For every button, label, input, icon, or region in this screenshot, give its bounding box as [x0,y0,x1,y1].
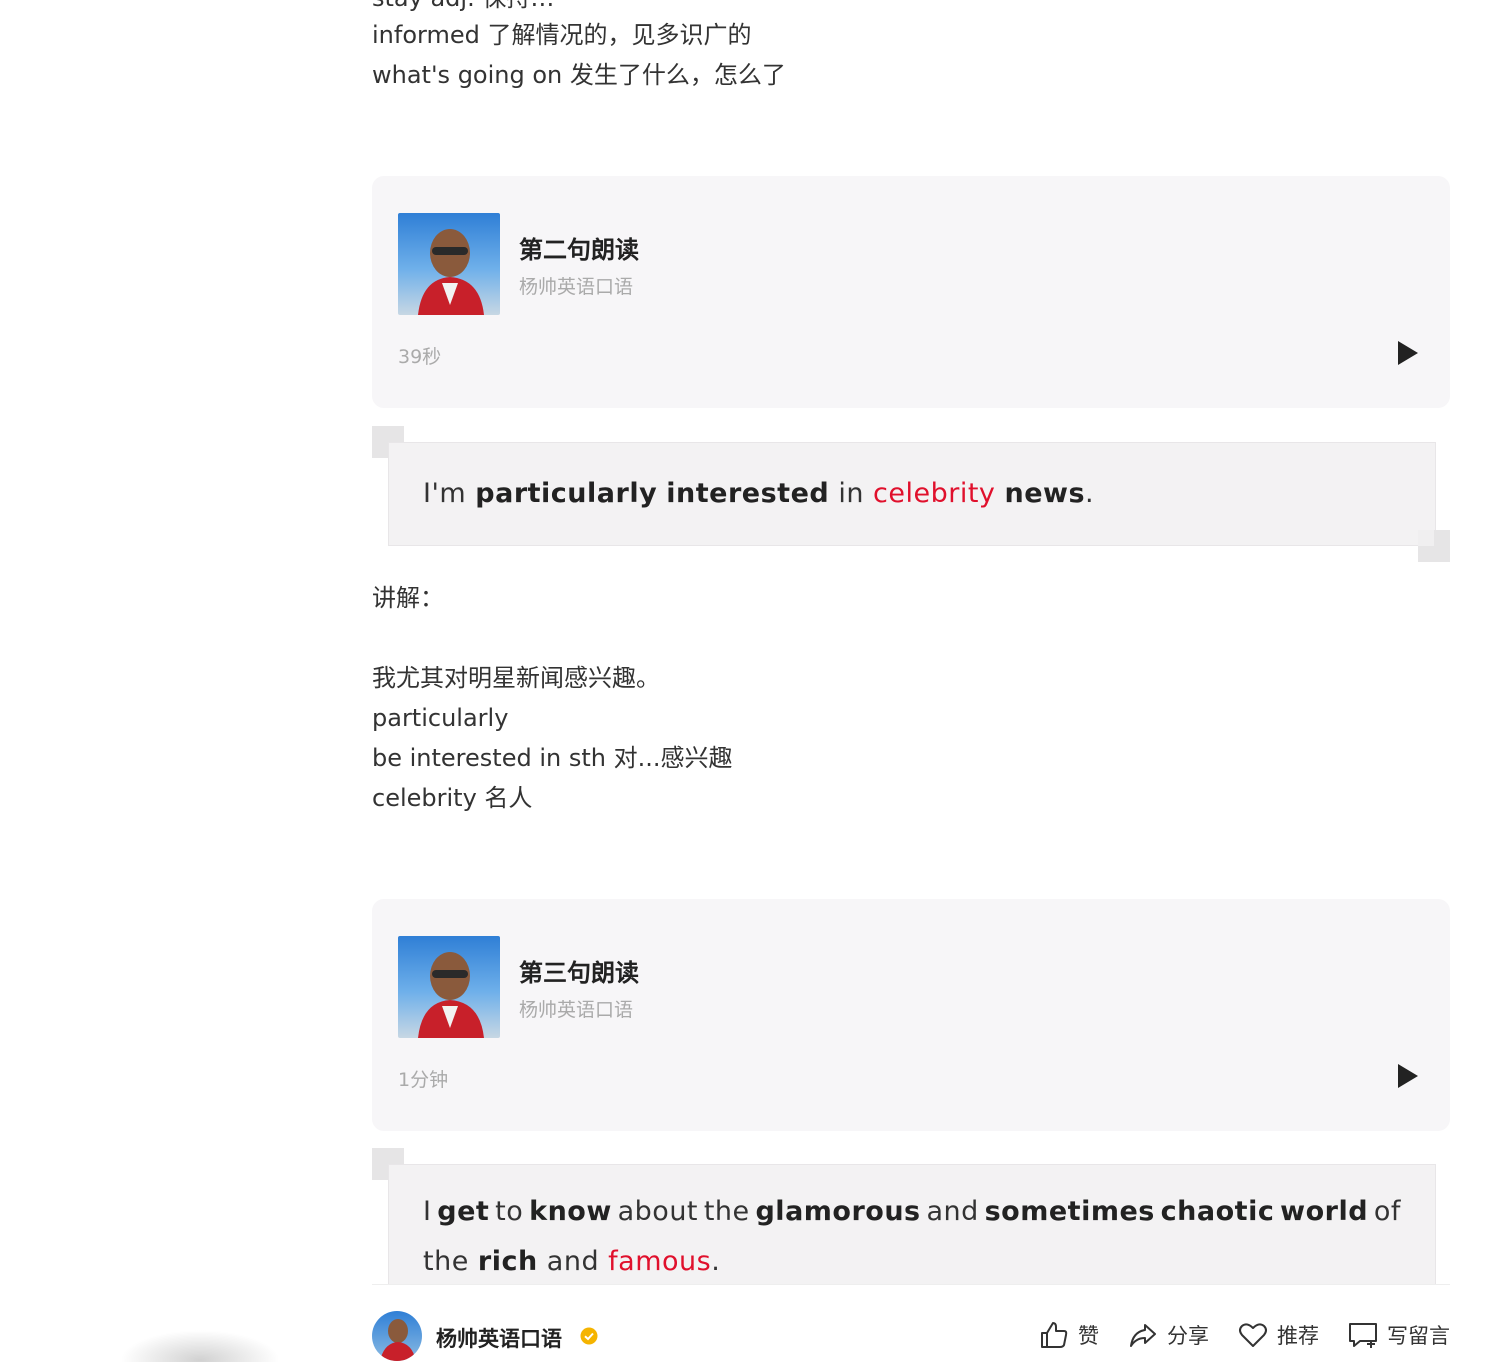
quote-text-line: Iget to know about the glamorous and sometimes c… [423,1187,1401,1237]
recommend-label: 推荐 [1277,1324,1319,1348]
audio-author: 杨帅英语口语 [519,276,634,298]
explanation-line: 我尤其对明星新闻感兴趣。 [372,664,660,692]
article-text-line: informed 了解情况的，见多识广的 [372,21,752,49]
quote-text-segment [657,478,666,509]
quote-text-segment: of [1373,1196,1401,1227]
audio-title: 第三句朗读 [519,959,639,987]
quote-text-segment: to [495,1196,524,1227]
emphasized-word: sometimes [984,1196,1155,1227]
highlighted-word: celebrity [873,478,996,509]
write-comment-button[interactable]: 写留言 [1347,1319,1450,1351]
article-text-block: informed 了解情况的，见多识广的 what's going on 发生了… [372,15,786,95]
person-photo-icon [418,952,484,1038]
bottom-action-bar: 杨帅英语口语 赞 分享 推荐 写留言 [372,1284,1450,1362]
share-button[interactable]: 分享 [1127,1319,1209,1351]
explanation-line: be interested in sth 对...感兴趣 [372,744,733,772]
thumbs-up-icon [1041,1322,1068,1348]
audio-title: 第二句朗读 [519,236,639,264]
emphasized-word: particularly [475,478,658,509]
quote-text-segment: I'm [423,478,476,509]
article-text-line: what's going on 发生了什么，怎么了 [372,61,786,89]
audio-card[interactable]: 第二句朗读 杨帅英语口语 39秒 [372,176,1450,408]
quote-text-segment: . [711,1246,721,1277]
account-name[interactable]: 杨帅英语口语 [436,1323,562,1353]
emphasized-word: news [1004,478,1086,509]
emphasized-word: chaotic [1160,1196,1275,1227]
account-avatar[interactable] [372,1311,422,1361]
quote-text-segment: . [1085,478,1095,509]
explanation-block: 讲解： [372,578,444,618]
quote-text-segment: I [423,1196,432,1227]
emphasized-word: glamorous [755,1196,921,1227]
quote-text-segment: and [537,1246,609,1277]
highlighted-word: famous [608,1246,712,1277]
person-avatar-icon [380,1319,416,1361]
comment-icon [1349,1323,1377,1348]
explanation-lines: 我尤其对明星新闻感兴趣。 particularly be interested … [372,658,732,818]
audio-cover-image [398,936,500,1038]
person-photo-icon [418,229,484,315]
play-icon[interactable] [1396,1063,1420,1089]
like-button[interactable]: 赞 [1038,1319,1099,1351]
article-page: stay adj. 保持… informed 了解情况的，见多识广的 what'… [0,0,1499,1362]
audio-card[interactable]: 第三句朗读 杨帅英语口语 1分钟 [372,899,1450,1131]
emphasized-word: rich [477,1246,538,1277]
share-label: 分享 [1167,1324,1209,1348]
quote-text-segment: about [617,1196,699,1227]
quote-text-segment: in [829,478,874,509]
audio-duration: 1分钟 [398,1069,449,1091]
explanation-line: particularly [372,704,509,732]
recommend-button[interactable]: 推荐 [1237,1319,1319,1351]
emphasized-word: know [529,1196,612,1227]
quote-text-line: the rich and famous. [423,1237,1401,1287]
explanation-heading: 讲解： [372,584,444,612]
audio-cover-image [398,213,500,315]
play-icon[interactable] [1396,340,1420,366]
quote-box: I'm particularly interested in celebrity… [388,442,1436,546]
audio-author: 杨帅英语口语 [519,999,634,1021]
verified-badge-icon [580,1327,598,1345]
quote-text-segment: and [926,1196,979,1227]
decorative-shadow [120,1330,280,1362]
write-comment-label: 写留言 [1387,1324,1450,1348]
emphasized-word: get [437,1196,490,1227]
quote-text: Iget to know about the glamorous and sometimes c… [389,1165,1435,1287]
quote-text: I'm particularly interested in celebrity… [389,443,1435,545]
explanation-line: celebrity 名人 [372,784,533,812]
heart-icon [1239,1323,1267,1347]
quote-text-segment: the [703,1196,750,1227]
audio-duration: 39秒 [398,346,442,368]
quote-text-segment: the [423,1246,478,1277]
share-icon [1130,1324,1156,1347]
emphasized-word: world [1280,1196,1369,1227]
emphasized-word: interested [666,478,830,509]
quote-corner-decoration [1418,530,1450,562]
action-group: 赞 分享 推荐 写留言 [1038,1319,1450,1351]
like-label: 赞 [1078,1324,1099,1348]
